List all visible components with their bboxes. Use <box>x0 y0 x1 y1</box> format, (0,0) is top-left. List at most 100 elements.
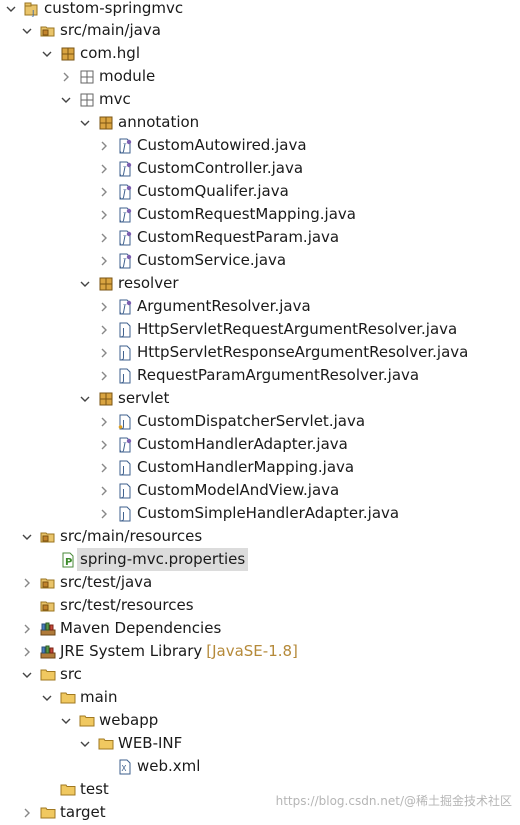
tree-label: WEB-INF <box>118 734 183 752</box>
chevron-down-icon[interactable] <box>78 116 92 130</box>
tree-row-java-file[interactable]: J RequestParamArgumentResolver.java <box>0 364 520 387</box>
chevron-down-icon[interactable] <box>20 530 34 544</box>
chevron-down-icon[interactable] <box>59 714 73 728</box>
source-folder-icon <box>40 598 56 614</box>
chevron-down-icon[interactable] <box>40 47 54 61</box>
chevron-right-icon[interactable] <box>97 346 111 360</box>
chevron-right-icon[interactable] <box>97 369 111 383</box>
tree-row-java-file[interactable]: J HttpServletRequestArgumentResolver.jav… <box>0 318 520 341</box>
java-file-icon: J <box>117 506 133 522</box>
package-empty-icon <box>79 69 95 85</box>
tree-label: CustomService.java <box>137 251 287 269</box>
chevron-right-icon[interactable] <box>97 507 111 521</box>
tree-row-source-folder[interactable]: src/main/resources <box>0 525 520 548</box>
chevron-right-icon[interactable] <box>97 231 111 245</box>
svg-text:J: J <box>121 488 125 499</box>
tree-row-package[interactable]: annotation <box>0 111 520 134</box>
tree-row-java-file[interactable]: J CustomHandlerMapping.java <box>0 456 520 479</box>
annotation-file-icon: J <box>117 161 133 177</box>
chevron-right-icon[interactable] <box>97 185 111 199</box>
chevron-right-icon[interactable] <box>97 484 111 498</box>
java-file-icon: J <box>117 368 133 384</box>
tree-label: main <box>80 688 118 706</box>
tree-label: CustomQualifer.java <box>137 182 289 200</box>
tree-row-java-file[interactable]: J CustomHandlerAdapter.java <box>0 433 520 456</box>
chevron-down-icon[interactable] <box>20 668 34 682</box>
chevron-right-icon[interactable] <box>20 622 34 636</box>
tree-row-folder[interactable]: test <box>0 778 520 801</box>
tree-row-java-file[interactable]: J HttpServletResponseArgumentResolver.ja… <box>0 341 520 364</box>
chevron-down-icon[interactable] <box>78 277 92 291</box>
chevron-down-icon[interactable] <box>78 392 92 406</box>
folder-icon <box>40 805 56 821</box>
tree-row-java-file[interactable]: J CustomSimpleHandlerAdapter.java <box>0 502 520 525</box>
tree-label: src/main/java <box>60 21 161 39</box>
folder-icon <box>60 690 76 706</box>
chevron-right-icon[interactable] <box>97 162 111 176</box>
tree-row-source-folder[interactable]: src/test/resources <box>0 594 520 617</box>
tree-row-java-file[interactable]: J CustomRequestMapping.java <box>0 203 520 226</box>
tree-row-package[interactable]: resolver <box>0 272 520 295</box>
tree-row-java-file[interactable]: J CustomDispatcherServlet.java <box>0 410 520 433</box>
tree-label: ArgumentResolver.java <box>137 297 311 315</box>
chevron-right-icon[interactable] <box>20 645 34 659</box>
chevron-down-icon[interactable] <box>20 24 34 38</box>
tree-row-folder[interactable]: webapp <box>0 709 520 732</box>
chevron-right-icon[interactable] <box>97 139 111 153</box>
svg-text:J: J <box>121 511 125 522</box>
tree-label: spring-mvc.properties <box>77 548 249 571</box>
tree-row-folder[interactable]: src <box>0 663 520 686</box>
package-icon <box>98 276 114 292</box>
tree-row-folder[interactable]: main <box>0 686 520 709</box>
chevron-right-icon[interactable] <box>59 70 73 84</box>
chevron-right-icon[interactable] <box>97 254 111 268</box>
chevron-right-icon[interactable] <box>97 415 111 429</box>
tree-row-package[interactable]: com.hgl <box>0 42 520 65</box>
tree-row-java-file[interactable]: J CustomController.java <box>0 157 520 180</box>
annotation-file-icon: J <box>117 184 133 200</box>
chevron-right-icon[interactable] <box>97 300 111 314</box>
tree-row-folder[interactable]: target <box>0 801 520 824</box>
chevron-right-icon[interactable] <box>97 208 111 222</box>
chevron-right-icon[interactable] <box>97 323 111 337</box>
tree-row-java-file[interactable]: J CustomService.java <box>0 249 520 272</box>
tree-label: CustomRequestParam.java <box>137 228 340 246</box>
chevron-right-icon[interactable] <box>97 438 111 452</box>
svg-text:P: P <box>65 557 72 568</box>
tree-row-package[interactable]: servlet <box>0 387 520 410</box>
tree-row-package[interactable]: module <box>0 65 520 88</box>
tree-label: CustomHandlerMapping.java <box>137 458 355 476</box>
chevron-right-icon[interactable] <box>20 806 34 820</box>
tree-row-file[interactable]: X web.xml <box>0 755 520 778</box>
properties-file-icon: P <box>60 552 76 568</box>
tree-row-project[interactable]: J custom-springmvc <box>0 0 520 20</box>
folder-icon <box>98 736 114 752</box>
tree-label: src <box>60 665 82 683</box>
tree-row-source-folder[interactable]: src/main/java <box>0 19 520 42</box>
tree-label: com.hgl <box>80 44 140 62</box>
tree-row-source-folder[interactable]: src/test/java <box>0 571 520 594</box>
svg-text:J: J <box>120 189 127 200</box>
tree-row-java-file[interactable]: J ArgumentResolver.java <box>0 295 520 318</box>
tree-row-package[interactable]: mvc <box>0 88 520 111</box>
tree-row-folder[interactable]: WEB-INF <box>0 732 520 755</box>
tree-row-library[interactable]: Maven Dependencies <box>0 617 520 640</box>
folder-icon <box>40 667 56 683</box>
java-file-icon: J <box>117 322 133 338</box>
chevron-down-icon[interactable] <box>78 737 92 751</box>
chevron-down-icon[interactable] <box>4 2 18 16</box>
svg-text:J: J <box>120 212 127 223</box>
folder-icon <box>79 713 95 729</box>
chevron-down-icon[interactable] <box>40 691 54 705</box>
tree-row-library[interactable]: JRE System Library [JavaSE-1.8] <box>0 640 520 663</box>
tree-row-java-file[interactable]: J CustomQualifer.java <box>0 180 520 203</box>
tree-label: JRE System Library <box>60 642 203 660</box>
tree-row-java-file[interactable]: J CustomAutowired.java <box>0 134 520 157</box>
tree-row-java-file[interactable]: J CustomModelAndView.java <box>0 479 520 502</box>
tree-row-java-file[interactable]: J CustomRequestParam.java <box>0 226 520 249</box>
tree-row-file[interactable]: P spring-mvc.properties <box>0 548 520 571</box>
chevron-right-icon[interactable] <box>97 461 111 475</box>
chevron-right-icon[interactable] <box>20 576 34 590</box>
chevron-down-icon[interactable] <box>59 93 73 107</box>
